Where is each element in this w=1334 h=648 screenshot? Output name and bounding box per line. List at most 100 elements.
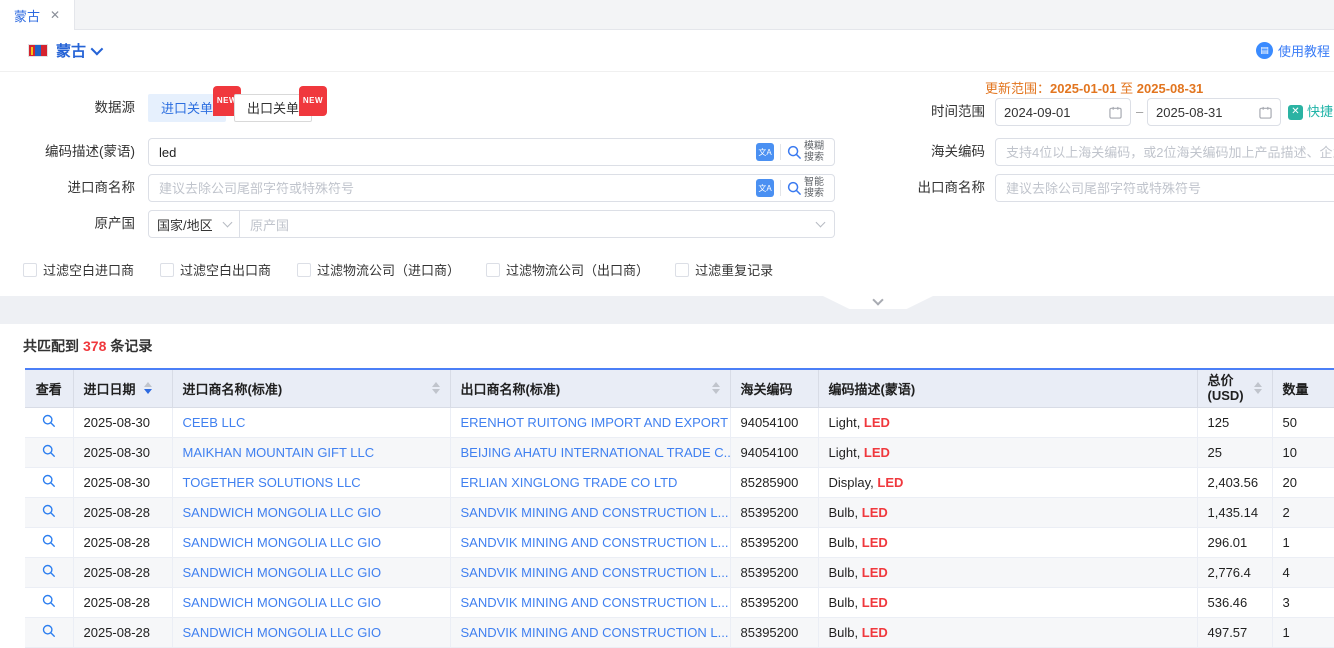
importer-name-input[interactable]	[149, 175, 756, 201]
new-badge: NEW	[299, 86, 327, 116]
exporter-link[interactable]: ERENHOT RUITONG IMPORT AND EXPORT ...	[461, 415, 731, 430]
sort-icon[interactable]	[1254, 382, 1262, 394]
view-detail-icon[interactable]	[42, 594, 56, 608]
checkbox[interactable]	[675, 263, 689, 277]
checkbox-filter-duplicates[interactable]: 过滤重复记录	[675, 260, 773, 279]
importer-link[interactable]: SANDWICH MONGOLIA LLC GIO	[183, 595, 382, 610]
col-header-total-usd[interactable]: 总价 (USD)	[1197, 369, 1272, 407]
importer-link[interactable]: SANDWICH MONGOLIA LLC GIO	[183, 535, 382, 550]
origin-country-select[interactable]: 原产国	[240, 210, 835, 238]
view-cell[interactable]	[25, 437, 73, 467]
translate-icon[interactable]: 文A	[756, 143, 774, 161]
tab-export-declarations[interactable]: 出口关单 NEW	[234, 94, 312, 122]
code-desc-input[interactable]	[149, 139, 756, 165]
quick-select-icon: ✕	[1288, 105, 1303, 120]
chevron-down-icon[interactable]	[91, 43, 104, 56]
import-date-cell: 2025-08-28	[73, 587, 172, 617]
checkbox-filter-blank-exporter[interactable]: 过滤空白出口商	[160, 260, 271, 279]
importer-link[interactable]: SANDWICH MONGOLIA LLC GIO	[183, 505, 382, 520]
view-cell[interactable]	[25, 587, 73, 617]
total-usd-cell: 497.57	[1197, 617, 1272, 647]
quantity-cell: 1	[1272, 617, 1334, 647]
date-start-input[interactable]: 2024-09-01	[995, 98, 1131, 126]
sort-icon-desc-active[interactable]	[144, 382, 152, 394]
exporter-link[interactable]: SANDVIK MINING AND CONSTRUCTION L...	[461, 565, 729, 580]
col-header-import-date[interactable]: 进口日期	[73, 369, 172, 407]
total-usd-cell: 296.01	[1197, 527, 1272, 557]
desc-highlight: LED	[862, 535, 888, 550]
tab-label: 进口关单	[161, 101, 213, 116]
view-cell[interactable]	[25, 617, 73, 647]
table-row: 2025-08-30 CEEB LLC ERENHOT RUITONG IMPO…	[25, 407, 1334, 437]
view-cell[interactable]	[25, 527, 73, 557]
checkbox-filter-logistics-exporter[interactable]: 过滤物流公司（出口商）	[486, 260, 649, 279]
smart-search-button[interactable]: 智能搜索	[787, 177, 828, 199]
quick-select-label: 快捷	[1307, 98, 1333, 126]
close-icon[interactable]: ✕	[50, 8, 60, 22]
table-row: 2025-08-28 SANDWICH MONGOLIA LLC GIO SAN…	[25, 617, 1334, 647]
tutorial-link[interactable]: ▤ 使用教程	[1256, 41, 1330, 60]
quantity-cell: 20	[1272, 467, 1334, 497]
view-cell[interactable]	[25, 467, 73, 497]
date-end-input[interactable]: 2025-08-31	[1147, 98, 1281, 126]
exporter-link[interactable]: ERLIAN XINGLONG TRADE CO LTD	[461, 475, 678, 490]
code-desc-field: 文A 模糊搜索	[148, 138, 835, 166]
exporter-link[interactable]: SANDVIK MINING AND CONSTRUCTION L...	[461, 505, 729, 520]
importer-cell: SANDWICH MONGOLIA LLC GIO	[172, 527, 450, 557]
panel-gap	[0, 296, 1334, 324]
results-suffix: 条记录	[110, 338, 152, 354]
book-icon: ▤	[1256, 42, 1273, 59]
exporter-cell: SANDVIK MINING AND CONSTRUCTION L...	[450, 557, 730, 587]
fuzzy-search-label: 模糊搜索	[804, 141, 828, 163]
origin-type-select[interactable]: 国家/地区	[148, 210, 240, 238]
fuzzy-search-button[interactable]: 模糊搜索	[787, 141, 828, 163]
desc-highlight: LED	[864, 445, 890, 460]
view-cell[interactable]	[25, 407, 73, 437]
hs-code-input[interactable]	[996, 139, 1334, 165]
exporter-name-label: 出口商名称	[850, 174, 985, 202]
view-cell[interactable]	[25, 557, 73, 587]
import-date-cell: 2025-08-30	[73, 467, 172, 497]
importer-link[interactable]: TOGETHER SOLUTIONS LLC	[183, 475, 361, 490]
view-detail-icon[interactable]	[42, 414, 56, 428]
importer-link[interactable]: SANDWICH MONGOLIA LLC GIO	[183, 565, 382, 580]
col-header-exporter[interactable]: 出口商名称(标准)	[450, 369, 730, 407]
view-detail-icon[interactable]	[42, 444, 56, 458]
checkbox-filter-logistics-importer[interactable]: 过滤物流公司（进口商）	[297, 260, 460, 279]
quantity-cell: 1	[1272, 527, 1334, 557]
tutorial-label: 使用教程	[1278, 41, 1330, 60]
checkbox-label: 过滤空白出口商	[180, 260, 271, 279]
table-row: 2025-08-28 SANDWICH MONGOLIA LLC GIO SAN…	[25, 527, 1334, 557]
importer-link[interactable]: SANDWICH MONGOLIA LLC GIO	[183, 625, 382, 640]
importer-link[interactable]: MAIKHAN MOUNTAIN GIFT LLC	[183, 445, 375, 460]
update-range-end: 2025-08-31	[1137, 81, 1204, 96]
sort-icon[interactable]	[712, 382, 720, 394]
country-selector-label[interactable]: 蒙古	[56, 40, 86, 61]
page-tab-label: 蒙古	[14, 6, 40, 25]
view-detail-icon[interactable]	[42, 564, 56, 578]
view-detail-icon[interactable]	[42, 624, 56, 638]
view-detail-icon[interactable]	[42, 534, 56, 548]
hs-code-label: 海关编码	[850, 138, 985, 166]
col-header-importer[interactable]: 进口商名称(标准)	[172, 369, 450, 407]
checkbox[interactable]	[486, 263, 500, 277]
view-detail-icon[interactable]	[42, 504, 56, 518]
exporter-link[interactable]: SANDVIK MINING AND CONSTRUCTION L...	[461, 595, 729, 610]
exporter-link[interactable]: SANDVIK MINING AND CONSTRUCTION L...	[461, 535, 729, 550]
checkbox[interactable]	[160, 263, 174, 277]
quick-select-link[interactable]: ✕ 快捷	[1288, 98, 1333, 126]
checkbox-filter-blank-importer[interactable]: 过滤空白进口商	[23, 260, 134, 279]
importer-link[interactable]: CEEB LLC	[183, 415, 246, 430]
exporter-link[interactable]: BEIJING AHATU INTERNATIONAL TRADE C...	[461, 445, 731, 460]
checkbox[interactable]	[23, 263, 37, 277]
checkbox[interactable]	[297, 263, 311, 277]
exporter-name-input[interactable]	[996, 175, 1334, 201]
desc-highlight: LED	[862, 505, 888, 520]
sort-icon[interactable]	[432, 382, 440, 394]
translate-icon[interactable]: 文A	[756, 179, 774, 197]
exporter-link[interactable]: SANDVIK MINING AND CONSTRUCTION L...	[461, 625, 729, 640]
view-detail-icon[interactable]	[42, 474, 56, 488]
view-cell[interactable]	[25, 497, 73, 527]
tab-import-declarations[interactable]: 进口关单 NEW	[148, 94, 226, 122]
page-tab-mongolia[interactable]: 蒙古 ✕	[0, 0, 75, 30]
